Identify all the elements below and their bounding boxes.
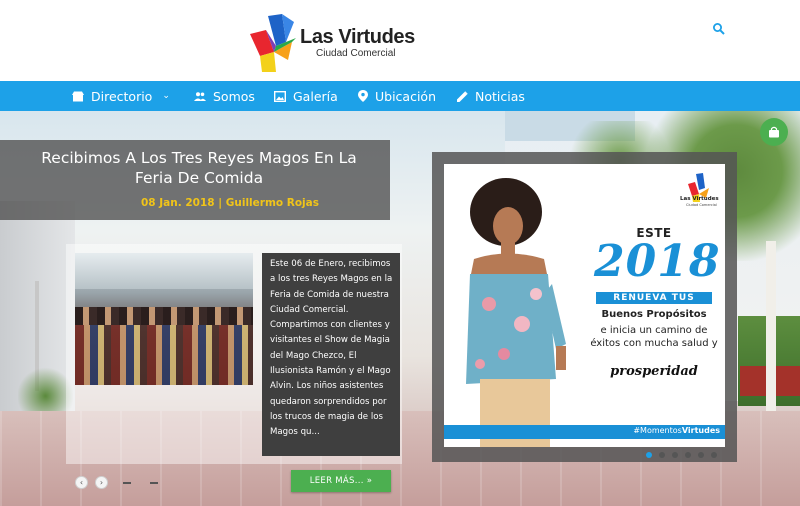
logo-mark-icon	[250, 14, 296, 72]
site-header: Las Virtudes Ciudad Comercial	[0, 0, 800, 81]
news-meta: 08 Jan. 2018 | Guillermo Rojas	[141, 197, 319, 209]
nav-item-noticias[interactable]: Noticias	[457, 81, 525, 111]
location-pin-icon	[358, 90, 368, 102]
logo-title: Las Virtudes	[300, 26, 415, 48]
slider-next-button[interactable]: ›	[95, 476, 108, 489]
nav-item-ubicacion[interactable]: Ubicación	[358, 81, 436, 111]
ad-tagline: prosperidad	[610, 364, 698, 379]
logo-subtitle: Ciudad Comercial	[316, 48, 396, 59]
news-photo[interactable]	[75, 253, 253, 385]
nav-item-galeria[interactable]: Galería	[274, 81, 338, 111]
news-title[interactable]: Recibimos A Los Tres Reyes Magos En La F…	[0, 148, 370, 188]
banner-dot[interactable]	[672, 452, 678, 458]
nav-item-directorio[interactable]: Directorio ⌄	[72, 81, 170, 111]
slider-prev-button[interactable]: ‹	[75, 476, 88, 489]
ad-band: RENUEVA TUS	[596, 292, 712, 304]
ad-body: e inicia un camino de éxitos con mucha s…	[590, 325, 718, 349]
cart-button[interactable]	[760, 118, 788, 146]
news-excerpt: Este 06 de Enero, recibimos a los tres R…	[270, 259, 393, 438]
slider-indicator[interactable]	[123, 482, 131, 484]
nav-item-label: Somos	[213, 88, 255, 104]
ad-hashtag: #MomentosVirtudes	[594, 426, 720, 435]
main-nav: Directorio ⌄ Somos Galería Ubicación Not…	[0, 81, 800, 111]
store-icon	[72, 91, 84, 101]
search-icon[interactable]	[712, 22, 726, 36]
nav-item-label: Noticias	[475, 88, 525, 104]
read-more-button[interactable]: LEER MÁS... »	[291, 470, 391, 492]
news-title-box: Recibimos A Los Tres Reyes Magos En La F…	[0, 140, 390, 220]
image-icon	[274, 90, 286, 102]
site-logo[interactable]: Las Virtudes Ciudad Comercial	[246, 12, 426, 74]
nav-item-label: Galería	[293, 88, 338, 104]
banner-dot[interactable]	[659, 452, 665, 458]
slider-indicator[interactable]	[150, 482, 158, 484]
ad-year: 2018	[594, 236, 721, 287]
news-excerpt-panel: Este 06 de Enero, recibimos a los tres R…	[262, 253, 400, 456]
banner-dot[interactable]	[711, 452, 717, 458]
people-icon	[194, 91, 206, 101]
model-image	[466, 178, 566, 447]
ad-hashtag-bold: Virtudes	[681, 426, 720, 435]
promo-banner[interactable]: Las Virtudes Ciudad Comercial ESTE 2018 …	[444, 164, 725, 447]
banner-dot[interactable]	[685, 452, 691, 458]
chevron-down-icon: ⌄	[162, 91, 170, 101]
ad-logo-subtitle: Ciudad Comercial	[686, 203, 717, 207]
nav-item-somos[interactable]: Somos	[194, 81, 255, 111]
ad-logo-title: Las Virtudes	[680, 196, 719, 202]
nav-item-label: Ubicación	[375, 88, 437, 104]
banner-dot[interactable]	[698, 452, 704, 458]
shopping-bag-icon	[769, 126, 779, 138]
pencil-icon	[457, 90, 468, 102]
ad-hashtag-prefix: #Momentos	[633, 426, 682, 435]
ad-headline: Buenos Propósitos	[601, 309, 707, 320]
banner-dot[interactable]	[646, 452, 652, 458]
nav-item-label: Directorio	[91, 88, 153, 104]
